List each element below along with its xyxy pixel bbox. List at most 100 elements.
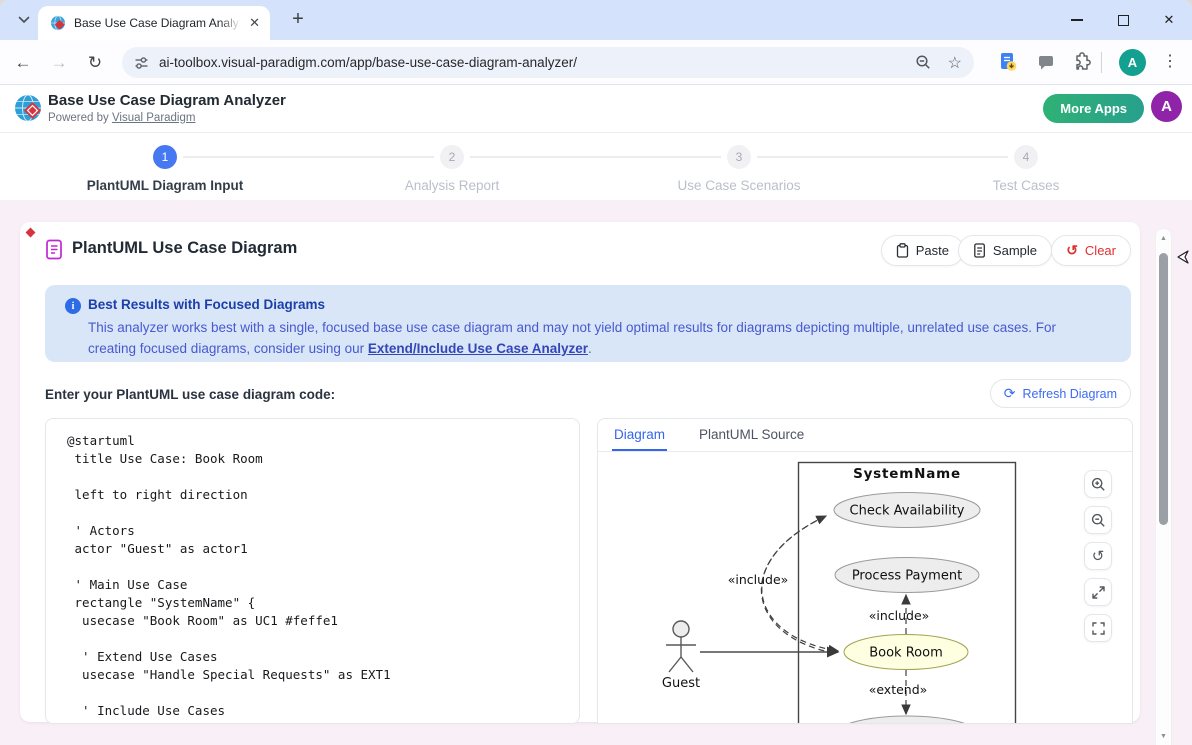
reset-view-button[interactable]: ↺: [1084, 542, 1112, 570]
plantuml-code[interactable]: @startuml title Use Case: Book Room left…: [67, 432, 579, 720]
fullscreen-icon: [1091, 621, 1106, 636]
system-name-label: SystemName: [853, 466, 961, 482]
new-tab-button[interactable]: +: [286, 8, 310, 32]
powered-by: Powered by Visual Paradigm: [48, 112, 195, 124]
mouse-cursor: [1176, 248, 1190, 266]
toolbar-separator: [1101, 52, 1102, 73]
browser-toolbar: ← → ↻ ai-toolbox.visual-paradigm.com/app…: [0, 40, 1192, 85]
extension-doc-icon[interactable]: [997, 51, 1019, 73]
clipboard-icon: [896, 243, 909, 258]
back-button[interactable]: ←: [6, 40, 40, 85]
clear-button[interactable]: ↺ Clear: [1051, 235, 1131, 266]
scrollbar-down-arrow[interactable]: ▼: [1156, 733, 1171, 740]
page-title: Base Use Case Diagram Analyzer: [48, 92, 286, 109]
diagram-canvas[interactable]: SystemName Check Availability: [598, 453, 1132, 723]
refresh-icon: ⟳: [1004, 385, 1016, 402]
banner-title: Best Results with Focused Diagrams: [88, 297, 325, 312]
tab-favicon: [50, 15, 66, 31]
zoom-in-icon: [1091, 477, 1106, 492]
tab-close-icon[interactable]: ✕: [249, 15, 260, 31]
paste-button[interactable]: Paste: [881, 235, 964, 266]
step-2-circle[interactable]: 2: [440, 145, 464, 169]
window-close-button[interactable]: ✕: [1146, 0, 1192, 40]
banner-body: This analyzer works best with a single, …: [88, 317, 1107, 359]
actor-guest-figure: [666, 621, 696, 672]
tab-diagram[interactable]: Diagram: [612, 419, 667, 451]
browser-window: Base Use Case Diagram Analyze ✕ + ✕ ← → …: [0, 0, 1192, 745]
zoom-out-icon: [1091, 513, 1106, 528]
include-label-vertical: «include»: [869, 608, 930, 623]
info-banner: i Best Results with Focused Diagrams Thi…: [45, 285, 1131, 362]
info-icon: i: [65, 298, 81, 314]
minimize-icon: [1071, 19, 1083, 20]
refresh-diagram-button[interactable]: ⟳ Refresh Diagram: [990, 379, 1131, 408]
card-corner-ornament: [26, 228, 36, 238]
extend-label: «extend»: [869, 682, 928, 697]
fullscreen-button[interactable]: [1084, 614, 1112, 642]
step-connector: [757, 156, 1008, 158]
zoom-out-button[interactable]: [1084, 506, 1112, 534]
url-text[interactable]: ai-toolbox.visual-paradigm.com/app/base-…: [159, 55, 577, 70]
step-1-circle[interactable]: 1: [153, 145, 177, 169]
usecase-diagram: SystemName Check Availability: [598, 453, 1133, 724]
card-title: PlantUML Use Case Diagram: [72, 239, 297, 258]
zoom-in-button[interactable]: [1084, 470, 1112, 498]
book-room-label: Book Room: [869, 646, 943, 661]
reload-button[interactable]: ↻: [78, 40, 112, 85]
extension-bubble-icon[interactable]: [1037, 54, 1055, 71]
diagram-zoom-controls: ↺: [1084, 470, 1112, 642]
diagram-tabs: Diagram PlantUML Source: [598, 419, 1132, 452]
step-4-circle[interactable]: 4: [1014, 145, 1038, 169]
extensions-puzzle-icon[interactable]: [1071, 52, 1091, 72]
page-scroll-area: PlantUML Use Case Diagram Paste Sample: [0, 200, 1192, 745]
step-3-circle[interactable]: 3: [727, 145, 751, 169]
step-4-label: Test Cases: [993, 178, 1060, 193]
tab-search-button[interactable]: [14, 12, 34, 28]
tab-title-fade: [220, 10, 246, 36]
forward-button[interactable]: →: [42, 40, 76, 85]
user-avatar[interactable]: A: [1151, 91, 1182, 122]
bookmark-star-icon[interactable]: ☆: [948, 53, 962, 73]
scrollbar-thumb[interactable]: [1159, 253, 1168, 525]
address-bar[interactable]: ai-toolbox.visual-paradigm.com/app/base-…: [122, 47, 974, 78]
step-2-label: Analysis Report: [405, 178, 500, 193]
window-maximize-button[interactable]: [1100, 0, 1146, 40]
process-payment-label: Process Payment: [852, 569, 962, 584]
window-minimize-button[interactable]: [1054, 0, 1100, 40]
expand-button[interactable]: [1084, 578, 1112, 606]
diagram-panel: Diagram PlantUML Source SystemName: [597, 418, 1133, 724]
maximize-icon: [1118, 15, 1129, 26]
zoom-page-icon[interactable]: [915, 54, 932, 71]
editor-label: Enter your PlantUML use case diagram cod…: [45, 387, 335, 402]
site-settings-icon[interactable]: [134, 56, 149, 70]
step-connector: [183, 156, 434, 158]
document-icon: [45, 239, 64, 260]
wizard-stepper: 1 2 3 4 PlantUML Diagram Input Analysis …: [0, 133, 1192, 200]
profile-avatar[interactable]: A: [1119, 49, 1146, 76]
extend-include-analyzer-link[interactable]: Extend/Include Use Case Analyzer: [368, 341, 588, 356]
actor-guest-label: Guest: [662, 676, 700, 691]
sample-button[interactable]: Sample: [958, 235, 1052, 266]
app-header: Base Use Case Diagram Analyzer Powered b…: [0, 85, 1192, 133]
scrollbar-up-arrow[interactable]: ▲: [1156, 235, 1171, 242]
page-scrollbar[interactable]: ▲ ▼: [1155, 228, 1172, 745]
main-card: PlantUML Use Case Diagram Paste Sample: [20, 222, 1140, 722]
visual-paradigm-link[interactable]: Visual Paradigm: [112, 112, 196, 124]
visual-paradigm-logo: [13, 92, 47, 126]
tab-strip: Base Use Case Diagram Analyze ✕ + ✕: [0, 0, 1192, 40]
plantuml-code-editor[interactable]: @startuml title Use Case: Book Room left…: [45, 418, 580, 724]
step-connector: [470, 156, 721, 158]
browser-menu-icon[interactable]: ⋮: [1160, 51, 1180, 71]
check-availability-label: Check Availability: [850, 504, 965, 519]
chevron-down-icon: [18, 16, 30, 24]
include-label-curve: «include»: [728, 572, 789, 587]
more-apps-button[interactable]: More Apps: [1043, 94, 1144, 123]
expand-icon: [1091, 585, 1106, 600]
undo-icon: ↺: [1066, 242, 1078, 259]
reset-icon: ↺: [1092, 547, 1105, 565]
window-controls: ✕: [1054, 0, 1192, 40]
step-3-label: Use Case Scenarios: [677, 178, 800, 193]
browser-tab[interactable]: Base Use Case Diagram Analyze ✕: [38, 6, 270, 40]
tab-plantuml-source[interactable]: PlantUML Source: [697, 419, 806, 451]
step-1-label: PlantUML Diagram Input: [87, 178, 244, 193]
